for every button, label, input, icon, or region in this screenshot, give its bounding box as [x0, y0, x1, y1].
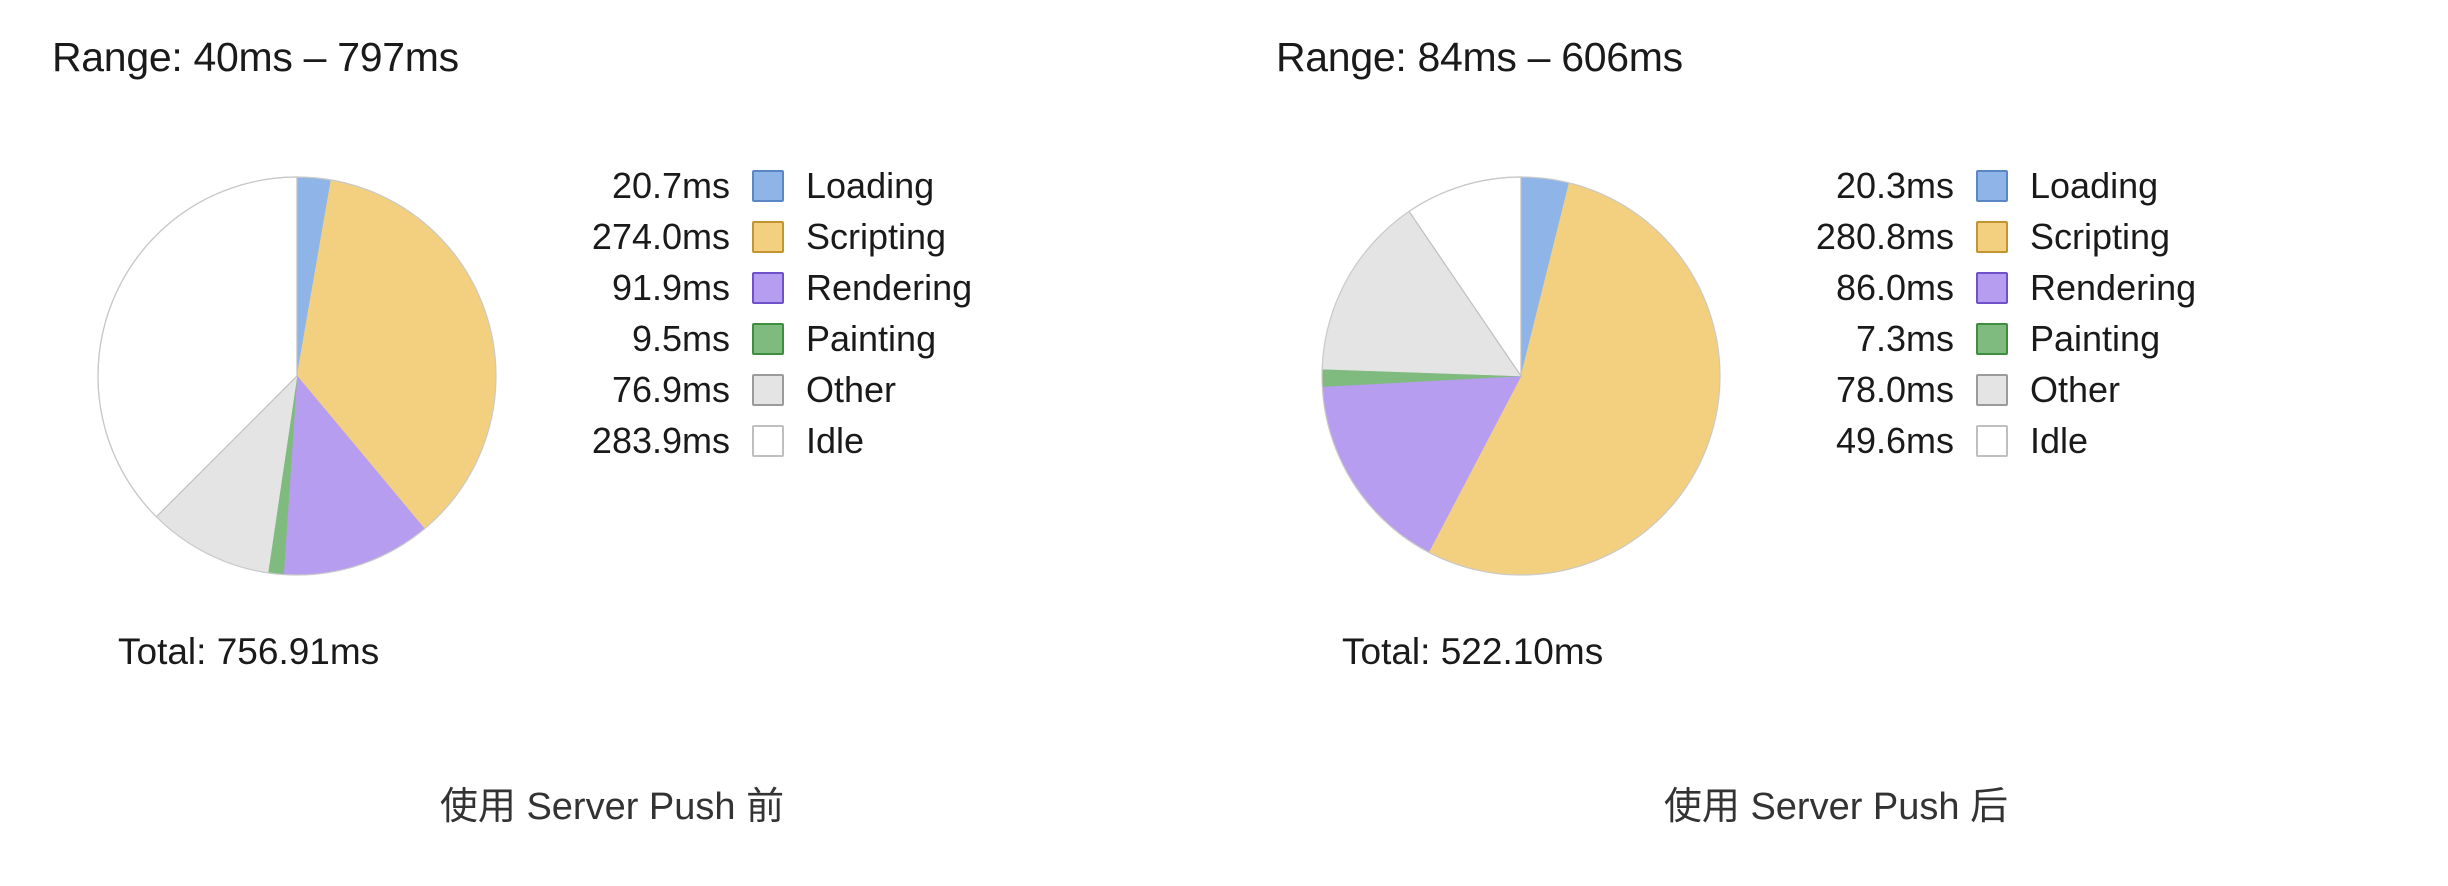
legend-swatch-painting-icon — [752, 322, 784, 355]
legend-label: Idle — [806, 419, 865, 461]
panel-caption: 使用 Server Push 前 — [439, 786, 785, 828]
legend-row[interactable]: 280.8ms Scripting — [1780, 211, 2340, 262]
legend-swatch-other-icon — [752, 373, 784, 406]
pie-svg — [1321, 176, 1721, 576]
legend-swatch-scripting-icon — [1976, 220, 2008, 253]
total-label: Total: 522.10ms — [1342, 631, 1604, 672]
legend-value: 91.9ms — [611, 266, 730, 308]
legend-row[interactable]: 7.3ms Painting — [1780, 313, 2340, 364]
legend-value: 86.0ms — [1835, 266, 1954, 308]
pie-slices — [1321, 176, 1721, 576]
chart-area: 20.3ms Loading 280.8ms Scripting 86.0ms Rende… — [1224, 160, 2448, 590]
pie-chart-before — [96, 175, 498, 577]
legend-swatch-idle-icon — [1976, 424, 2008, 457]
legend-swatch-rendering-icon — [752, 271, 784, 304]
legend-value: 280.8ms — [1815, 215, 1954, 257]
range-label: Range: 84ms – 606ms — [1276, 34, 1683, 80]
legend-value: 20.7ms — [611, 164, 730, 206]
legend-before: 20.7ms Loading 274.0ms Scripting 91.9ms Rende… — [556, 160, 1116, 466]
legend-label: Painting — [2030, 317, 2161, 359]
legend-label: Rendering — [2030, 266, 2197, 308]
legend-swatch-loading-icon — [1976, 169, 2008, 202]
legend-label: Scripting — [806, 215, 947, 257]
legend-label: Scripting — [2030, 215, 2171, 257]
legend-row[interactable]: 86.0ms Rendering — [1780, 262, 2340, 313]
legend-row[interactable]: 9.5ms Painting — [556, 313, 1116, 364]
panel-before: Range: 40ms – 797ms 20.7ms Loading 274.0ms… — [0, 0, 1224, 886]
legend-label: Painting — [806, 317, 937, 359]
total-label: Total: 756.91ms — [118, 631, 380, 672]
legend-value: 76.9ms — [611, 368, 730, 410]
panel-caption: 使用 Server Push 后 — [1663, 786, 2009, 828]
legend-row[interactable]: 49.6ms Idle — [1780, 415, 2340, 466]
legend-swatch-scripting-icon — [752, 220, 784, 253]
legend-after: 20.3ms Loading 280.8ms Scripting 86.0ms Rende… — [1780, 160, 2340, 466]
legend-label: Loading — [2030, 164, 2159, 206]
legend-swatch-idle-icon — [752, 424, 784, 457]
comparison-figure: Range: 40ms – 797ms 20.7ms Loading 274.0ms… — [0, 0, 2448, 886]
legend-value: 9.5ms — [631, 317, 730, 359]
legend-value: 20.3ms — [1835, 164, 1954, 206]
legend-swatch-painting-icon — [1976, 322, 2008, 355]
legend-label: Loading — [806, 164, 935, 206]
legend-row[interactable]: 20.3ms Loading — [1780, 160, 2340, 211]
legend-label: Other — [2030, 368, 2121, 410]
legend-value: 7.3ms — [1855, 317, 1954, 359]
panel-after: Range: 84ms – 606ms 20.3ms Loading 280.8ms… — [1224, 0, 2448, 886]
legend-row[interactable]: 283.9ms Idle — [556, 415, 1116, 466]
legend-label: Idle — [2030, 419, 2089, 461]
legend-row[interactable]: 78.0ms Other — [1780, 364, 2340, 415]
pie-svg — [97, 176, 497, 576]
legend-row[interactable]: 76.9ms Other — [556, 364, 1116, 415]
legend-value: 49.6ms — [1835, 419, 1954, 461]
legend-row[interactable]: 91.9ms Rendering — [556, 262, 1116, 313]
legend-value: 283.9ms — [591, 419, 730, 461]
legend-value: 274.0ms — [591, 215, 730, 257]
legend-row[interactable]: 20.7ms Loading — [556, 160, 1116, 211]
legend-swatch-loading-icon — [752, 169, 784, 202]
legend-label: Rendering — [806, 266, 973, 308]
chart-area: 20.7ms Loading 274.0ms Scripting 91.9ms Rende… — [0, 160, 1224, 590]
pie-slices — [97, 176, 497, 576]
legend-swatch-other-icon — [1976, 373, 2008, 406]
range-label: Range: 40ms – 797ms — [52, 34, 459, 80]
legend-label: Other — [806, 368, 897, 410]
legend-row[interactable]: 274.0ms Scripting — [556, 211, 1116, 262]
pie-chart-after — [1320, 175, 1722, 577]
legend-swatch-rendering-icon — [1976, 271, 2008, 304]
legend-value: 78.0ms — [1835, 368, 1954, 410]
